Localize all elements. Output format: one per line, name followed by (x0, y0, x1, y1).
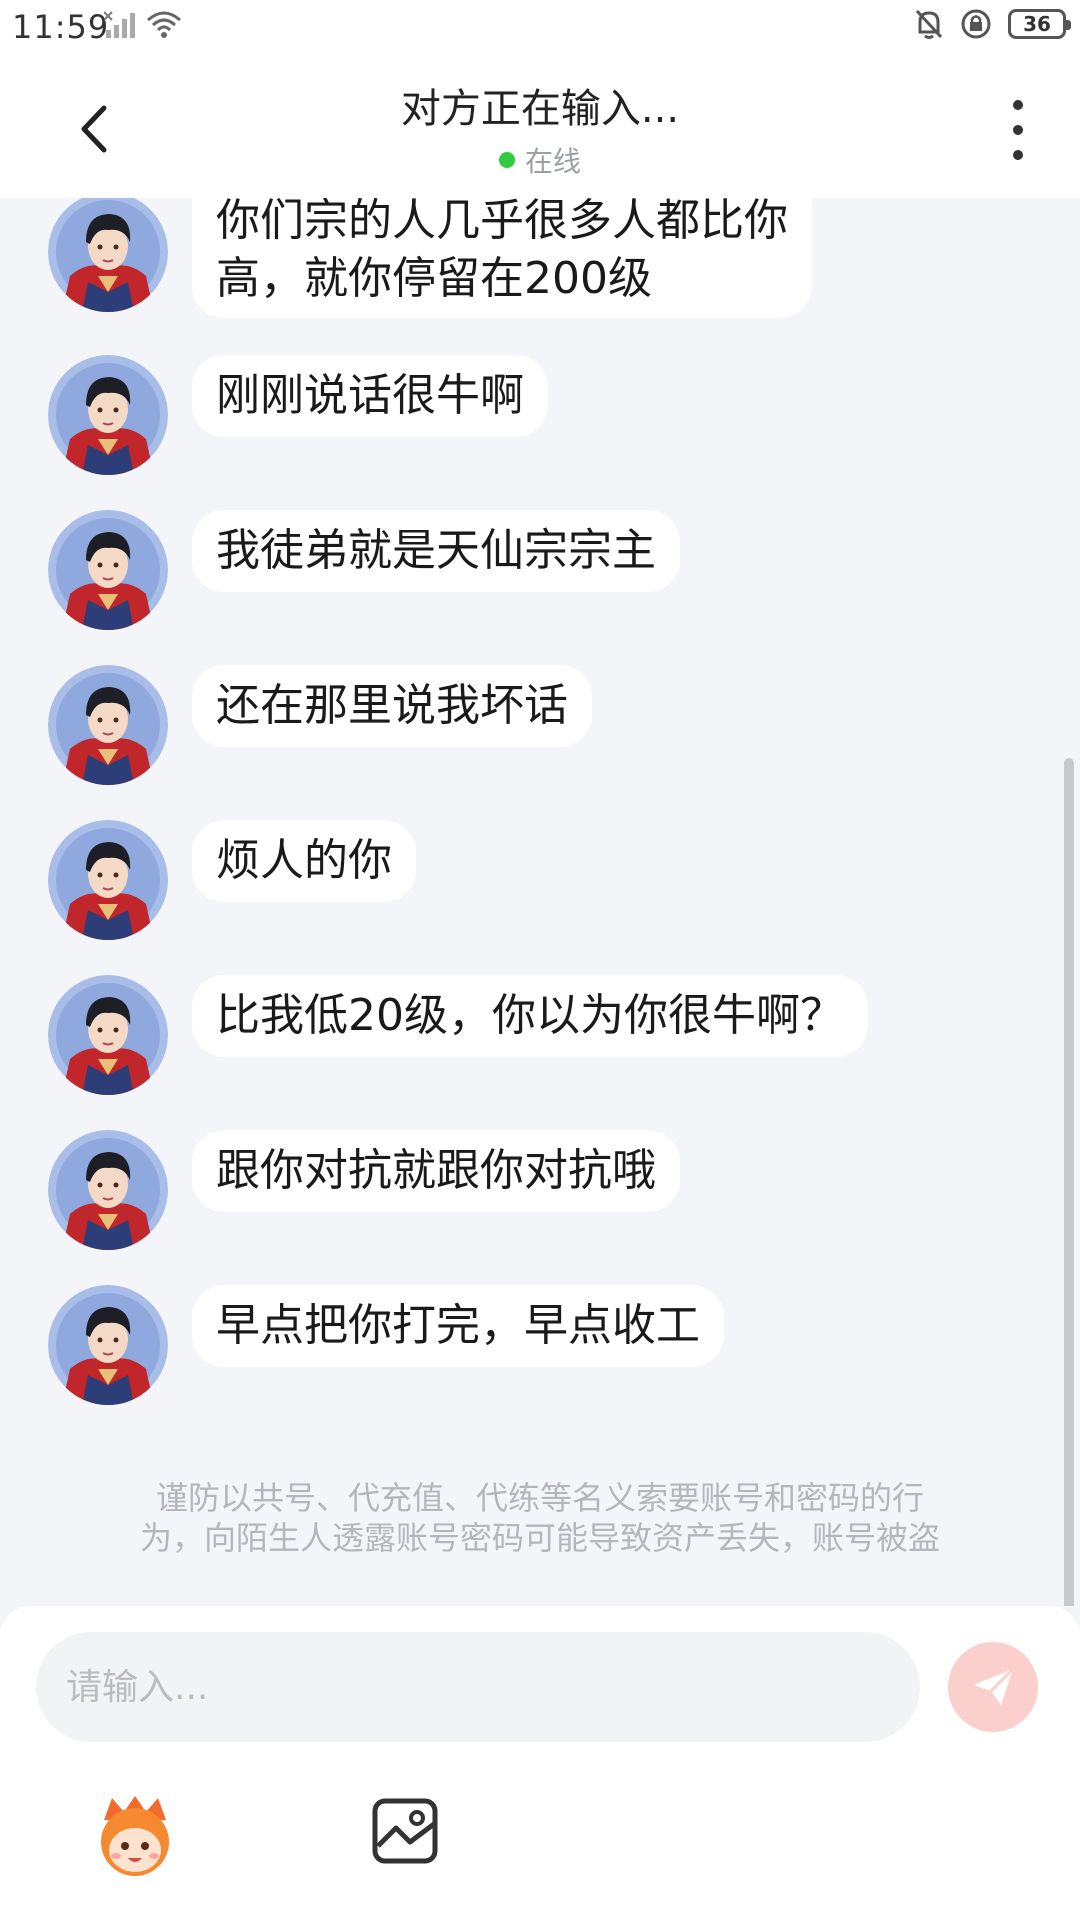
message-text: 跟你对抗就跟你对抗哦 (216, 1145, 656, 1196)
message-input[interactable] (36, 1632, 920, 1742)
message-bubble[interactable]: 刚刚说话很牛啊 (192, 355, 548, 437)
safety-warning: 谨防以共号、代充值、代练等名义索要账号和密码的行 为，向陌生人透露账号密码可能导… (100, 1478, 980, 1558)
message-text: 烦人的你 (216, 835, 392, 886)
online-status-label: 在线 (524, 145, 581, 178)
online-dot (498, 152, 515, 168)
more-vertical-icon-dot (1013, 150, 1023, 160)
status-time: 11:59 (12, 8, 110, 46)
message-bubble[interactable]: 你们宗的人几乎很多人都比你 高，就你停留在200级 (192, 198, 812, 318)
message-row: 我徒弟就是天仙宗宗主 (48, 510, 680, 630)
message-row: 烦人的你 (48, 820, 416, 940)
more-options-button[interactable] (1008, 100, 1028, 160)
message-text: 比我低20级，你以为你很牛啊？ (216, 990, 844, 1041)
message-text: 还在那里说我坏话 (216, 680, 568, 731)
status-left-icons (104, 10, 182, 40)
message-text-line: 高，就你停留在200级 (216, 253, 652, 304)
avatar[interactable] (48, 1285, 168, 1405)
message-row: 比我低20级，你以为你很牛啊？ (48, 975, 868, 1095)
rotation-lock-icon (961, 9, 991, 39)
battery-icon: 36 (1008, 9, 1071, 39)
send-button[interactable] (948, 1642, 1038, 1732)
message-bubble[interactable]: 早点把你打完，早点收工 (192, 1285, 724, 1367)
avatar[interactable] (48, 198, 168, 312)
message-text: 早点把你打完，早点收工 (216, 1300, 700, 1351)
message-row: 刚刚说话很牛啊 (48, 355, 548, 475)
input-panel (0, 1606, 1080, 1920)
status-right-icons: 36 (914, 8, 1071, 40)
no-sim-signal-icon (104, 11, 135, 38)
more-vertical-icon-dot (1013, 100, 1023, 110)
wifi-icon (147, 11, 181, 38)
message-bubble[interactable]: 我徒弟就是天仙宗宗主 (192, 510, 680, 592)
emoji-mascot-icon (101, 1796, 169, 1876)
avatar[interactable] (48, 355, 168, 475)
avatar[interactable] (48, 975, 168, 1095)
safety-warning-line: 为，向陌生人透露账号密码可能导致资产丢失，账号被盗 (139, 1519, 940, 1557)
message-bubble[interactable]: 还在那里说我坏话 (192, 665, 592, 747)
message-list[interactable]: 你们宗的人几乎很多人都比你 高，就你停留在200级 刚刚说话很牛啊 我徒弟就是天… (0, 198, 1080, 1606)
send-icon (973, 1667, 1015, 1705)
avatar[interactable] (48, 665, 168, 785)
image-button[interactable] (370, 1796, 440, 1866)
online-status: 在线 (0, 140, 1080, 180)
avatar[interactable] (48, 510, 168, 630)
message-bubble[interactable]: 跟你对抗就跟你对抗哦 (192, 1130, 680, 1212)
avatar[interactable] (48, 820, 168, 940)
message-row: 跟你对抗就跟你对抗哦 (48, 1130, 680, 1250)
battery-level: 36 (1023, 12, 1051, 36)
message-text: 刚刚说话很牛啊 (216, 370, 524, 421)
chat-header: 对方正在输入... 在线 (0, 56, 1080, 198)
scrollbar[interactable] (1064, 758, 1074, 1606)
message-text: 我徒弟就是天仙宗宗主 (216, 525, 656, 576)
page-title: 对方正在输入... (400, 86, 680, 132)
message-bubble[interactable]: 烦人的你 (192, 820, 416, 902)
emoji-button[interactable] (90, 1790, 180, 1880)
title-area: 对方正在输入... 在线 (0, 76, 1080, 180)
message-row: 你们宗的人几乎很多人都比你 高，就你停留在200级 (48, 198, 812, 318)
message-row: 早点把你打完，早点收工 (48, 1285, 724, 1405)
message-bubble[interactable]: 比我低20级，你以为你很牛啊？ (192, 975, 868, 1057)
image-icon (372, 1798, 438, 1864)
message-row: 还在那里说我坏话 (48, 665, 592, 785)
safety-warning-line: 谨防以共号、代充值、代练等名义索要账号和密码的行 (155, 1479, 924, 1517)
message-text-line: 你们宗的人几乎很多人都比你 (216, 198, 788, 246)
avatar[interactable] (48, 1130, 168, 1250)
status-bar: 11:59 36 (0, 0, 1080, 56)
bell-off-icon (915, 9, 943, 39)
more-vertical-icon-dot (1013, 125, 1023, 135)
